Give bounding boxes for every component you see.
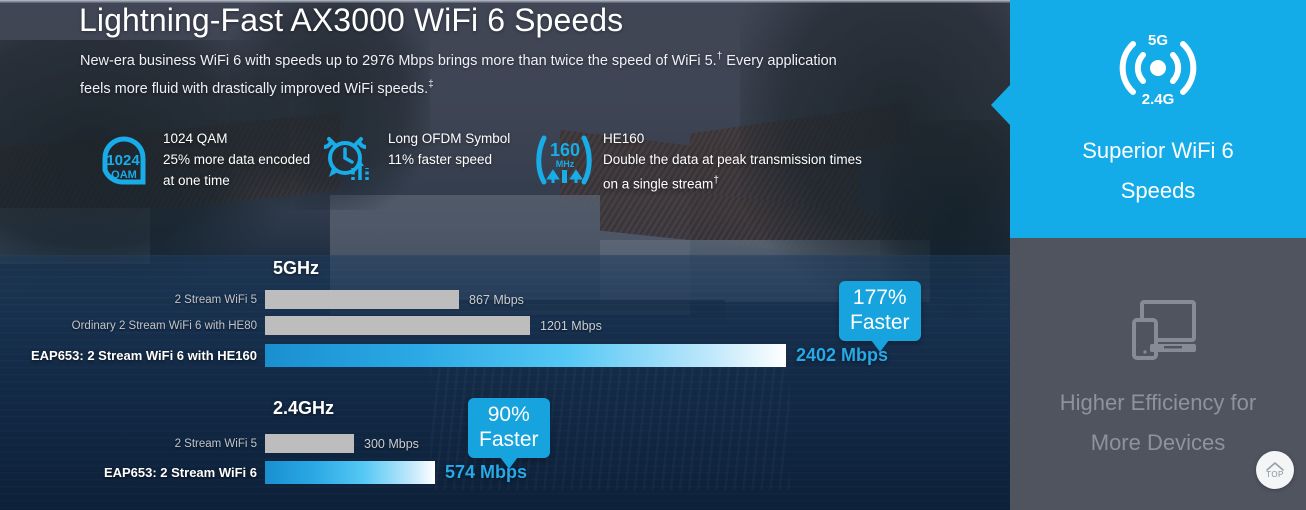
chart-title-24ghz: 2.4GHz xyxy=(273,398,335,418)
bar-category-label: 2 Stream WiFi 5 xyxy=(174,437,257,450)
back-to-top-button[interactable]: TOP xyxy=(1256,451,1294,489)
active-tab-pointer-icon xyxy=(991,85,1010,125)
page-title: Lightning-Fast AX3000 WiFi 6 Speeds xyxy=(79,2,624,38)
qam-1024-icon: 1024 QAM xyxy=(95,132,155,195)
badge-word: Faster xyxy=(850,311,910,334)
feature-item-1024-qam: 1024 QAM 1024 QAM 25% more data encoded … xyxy=(95,128,320,195)
bar-category-label: Ordinary 2 Stream WiFi 6 with HE80 xyxy=(71,319,257,332)
bar-row: Ordinary 2 Stream WiFi 6 with HE80 1201 … xyxy=(0,316,602,335)
svg-text:160: 160 xyxy=(550,140,580,160)
feature-item-long-ofdm-symbol: Long OFDM Symbol 11% faster speed xyxy=(320,128,535,195)
feature-title: Long OFDM Symbol xyxy=(388,131,511,146)
tab-superior-wifi6-speeds[interactable]: 5G 2.4G Superior WiFi 6 Speeds xyxy=(991,0,1306,238)
svg-text:5G: 5G xyxy=(1148,32,1168,49)
bar-row: 2 Stream WiFi 5 300 Mbps xyxy=(0,434,419,453)
bar-value-label: 867 Mbps xyxy=(469,292,524,307)
svg-text:2.4G: 2.4G xyxy=(1142,91,1175,108)
feature-tab-rail: 5G 2.4G Superior WiFi 6 Speeds Higher Ef… xyxy=(991,0,1306,510)
feature-title: HE160 xyxy=(603,131,645,146)
tab-label-line-1: Superior WiFi 6 xyxy=(1082,138,1234,163)
bar-track xyxy=(265,316,530,335)
subtitle-line-1: New-era business WiFi 6 with speeds up t… xyxy=(80,52,717,69)
dual-band-wifi-icon: 5G 2.4G xyxy=(1112,22,1204,119)
subtitle-footnote-marker-2: ‡ xyxy=(428,78,434,90)
product-feature-banner: Lightning-Fast AX3000 WiFi 6 Speeds New-… xyxy=(0,0,1306,510)
tab-label-line-2: Speeds xyxy=(1120,178,1196,203)
feature-footnote-marker: † xyxy=(713,175,719,186)
bar-track xyxy=(265,290,459,309)
svg-text:MHz: MHz xyxy=(556,159,575,169)
svg-text:QAM: QAM xyxy=(111,169,137,181)
tab-label-line-1: Higher Efficiency for xyxy=(1059,390,1257,415)
devices-icon xyxy=(1120,300,1196,365)
speed-badge-5ghz: 177% Faster xyxy=(839,281,921,341)
feature-title: 1024 QAM xyxy=(163,131,228,146)
bar-category-label: EAP653: 2 Stream WiFi 6 with HE160 xyxy=(30,348,257,363)
bar-row-highlight: EAP653: 2 Stream WiFi 6 with HE160 2402 … xyxy=(0,344,888,367)
page-subtitle: New-era business WiFi 6 with speeds up t… xyxy=(80,45,840,101)
bar-track xyxy=(265,434,354,453)
bar-category-label: 2 Stream WiFi 5 xyxy=(174,293,257,306)
subtitle-line-1b: Every xyxy=(722,52,764,69)
bar-value-label: 1201 Mbps xyxy=(540,318,602,333)
badge-percent: 177% xyxy=(852,286,907,309)
feature-description: 11% faster speed xyxy=(388,152,493,167)
feature-description: Double the data at peak transmission tim… xyxy=(603,152,862,192)
badge-word: Faster xyxy=(479,428,539,451)
feature-list: 1024 QAM 1024 QAM 25% more data encoded … xyxy=(95,128,865,195)
bar-value-label: 300 Mbps xyxy=(364,436,419,451)
bar-row-highlight: EAP653: 2 Stream WiFi 6 574 Mbps xyxy=(0,461,527,484)
alarm-clock-speed-icon xyxy=(320,132,380,193)
speed-badge-24ghz: 90% Faster xyxy=(468,398,550,458)
feature-item-he160: 160 MHz HE160 Double the data at peak tr… xyxy=(535,128,865,195)
bar-track-highlight xyxy=(265,461,435,484)
back-to-top-label: TOP xyxy=(1266,470,1284,479)
tab-label-line-2: More Devices xyxy=(1090,430,1226,455)
feature-description: 25% more data encoded at one time xyxy=(163,152,311,188)
hero-section: Lightning-Fast AX3000 WiFi 6 Speeds New-… xyxy=(0,0,1010,510)
chart-title-5ghz: 5GHz xyxy=(273,258,320,278)
svg-text:1024: 1024 xyxy=(106,152,140,169)
he160-bandwidth-icon: 160 MHz xyxy=(535,132,595,193)
bar-row: 2 Stream WiFi 5 867 Mbps xyxy=(0,290,524,309)
badge-percent: 90% xyxy=(487,403,530,426)
bar-track-highlight xyxy=(265,344,786,367)
bar-category-label: EAP653: 2 Stream WiFi 6 xyxy=(103,465,257,480)
